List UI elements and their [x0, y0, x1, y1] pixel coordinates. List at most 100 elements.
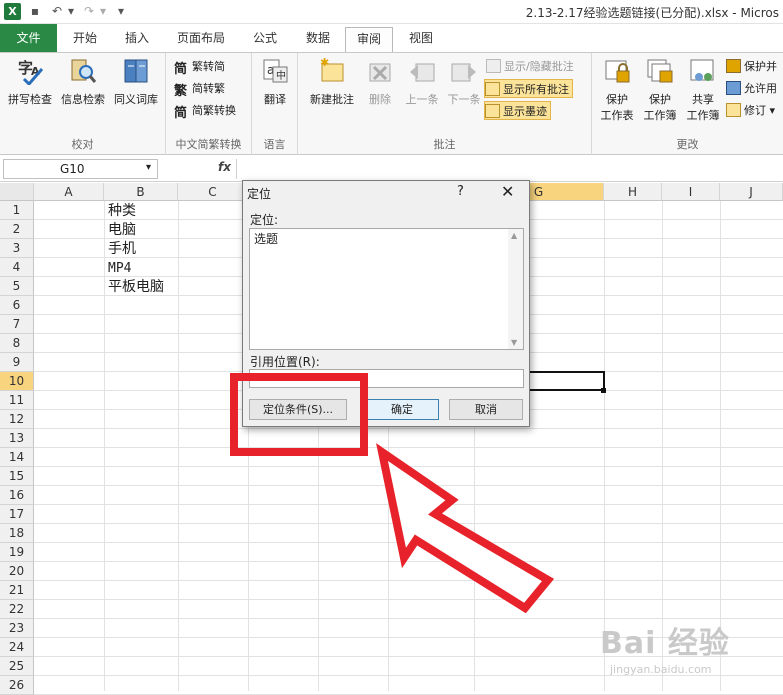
undo-dropdown-icon[interactable]: ▾: [66, 3, 76, 20]
delete-comment-button[interactable]: 删除: [360, 57, 400, 107]
row-header[interactable]: 19: [0, 543, 34, 562]
cell-b1[interactable]: 种类: [108, 202, 136, 221]
customize-toolbar-icon[interactable]: ▾: [114, 3, 128, 20]
protect-sheet-button[interactable]: 保护 工作表: [596, 57, 638, 123]
language-group-label: 语言: [263, 138, 286, 151]
row-header[interactable]: 6: [0, 296, 34, 315]
tab-home[interactable]: 开始: [62, 27, 108, 52]
ok-button[interactable]: 确定: [365, 399, 439, 420]
tab-file[interactable]: 文件: [0, 24, 57, 52]
row-header[interactable]: 3: [0, 239, 34, 258]
share-workbook-icon: [689, 57, 717, 85]
row-header[interactable]: 7: [0, 315, 34, 334]
protect-and-share-button[interactable]: 保护并: [726, 57, 777, 76]
convert-char-icon: 简: [174, 106, 188, 121]
tab-formulas[interactable]: 公式: [242, 27, 288, 52]
tab-view[interactable]: 视图: [398, 27, 444, 52]
tab-data[interactable]: 数据: [295, 27, 341, 52]
cell-b2[interactable]: 电脑: [108, 221, 136, 240]
row-header[interactable]: 12: [0, 410, 34, 429]
research-button[interactable]: 信息检索: [57, 57, 109, 107]
column-header[interactable]: A: [34, 183, 104, 201]
track-changes-button[interactable]: 修订 ▾: [726, 101, 775, 120]
row-header[interactable]: 22: [0, 600, 34, 619]
cell-b3[interactable]: 手机: [108, 240, 136, 259]
spell-check-icon: 字A: [16, 57, 44, 87]
baidu-watermark-url: jingyan.baidu.com: [610, 663, 712, 676]
help-icon[interactable]: ?: [457, 184, 464, 199]
row-header[interactable]: 18: [0, 524, 34, 543]
protect-workbook-button[interactable]: 保护 工作簿: [638, 57, 682, 123]
save-icon[interactable]: ▪: [26, 3, 44, 20]
new-comment-label: 新建批注: [310, 93, 354, 106]
thesaurus-button[interactable]: 同义词库: [110, 57, 162, 107]
row-header[interactable]: 16: [0, 486, 34, 505]
cell-b5[interactable]: 平板电脑: [108, 278, 164, 297]
list-scrollbar[interactable]: ▲ ▼: [508, 229, 523, 349]
cell-b4[interactable]: MP4: [108, 259, 131, 278]
new-comment-button[interactable]: ✱ 新建批注: [304, 56, 360, 107]
tab-page-layout[interactable]: 页面布局: [168, 27, 234, 52]
tab-review[interactable]: 审阅: [345, 27, 393, 52]
to-simplified-button[interactable]: 简繁转简: [174, 57, 225, 77]
scroll-up-icon[interactable]: ▲: [511, 231, 517, 240]
fill-handle[interactable]: [601, 388, 606, 393]
row-header[interactable]: 1: [0, 201, 34, 220]
column-header[interactable]: I: [662, 183, 720, 201]
row-header[interactable]: 20: [0, 562, 34, 581]
row-header[interactable]: 14: [0, 448, 34, 467]
translate-button[interactable]: a中 翻译: [256, 57, 294, 107]
goto-list[interactable]: 选题 ▲ ▼: [249, 228, 524, 350]
row-header-active[interactable]: 10: [0, 372, 34, 391]
close-icon[interactable]: ✕: [501, 181, 514, 203]
scroll-down-icon[interactable]: ▼: [511, 338, 517, 347]
next-comment-button[interactable]: 下一条: [442, 57, 486, 107]
column-header[interactable]: H: [604, 183, 662, 201]
comments-group: ✱ 新建批注 删除 上一条 下一条 显示/隐藏批注 显示所有批注 显示墨迹 批注: [298, 53, 592, 155]
show-hide-comment-button[interactable]: 显示/隐藏批注: [486, 57, 574, 76]
previous-comment-label: 上一条: [405, 93, 439, 106]
protect-workbook-label-2: 工作簿: [643, 109, 677, 122]
name-box[interactable]: G10: [3, 159, 158, 179]
share-workbook-button[interactable]: 共享 工作簿: [682, 57, 724, 123]
spell-check-button[interactable]: 字A 拼写检查: [4, 57, 56, 107]
row-header[interactable]: 4: [0, 258, 34, 277]
redo-dropdown-icon[interactable]: ▾: [98, 3, 108, 20]
select-all-corner[interactable]: [0, 183, 34, 201]
row-header[interactable]: 8: [0, 334, 34, 353]
function-icon[interactable]: fx: [218, 160, 231, 174]
row-header[interactable]: 24: [0, 638, 34, 657]
column-header[interactable]: C: [178, 183, 248, 201]
next-comment-label: 下一条: [447, 93, 481, 106]
cancel-button[interactable]: 取消: [449, 399, 523, 420]
comments-group-label: 批注: [433, 138, 456, 151]
show-all-comments-button[interactable]: 显示所有批注: [484, 79, 573, 98]
row-header[interactable]: 11: [0, 391, 34, 410]
row-header[interactable]: 15: [0, 467, 34, 486]
name-box-dropdown-icon[interactable]: ▾: [146, 162, 151, 173]
row-header[interactable]: 23: [0, 619, 34, 638]
column-header[interactable]: J: [720, 183, 783, 201]
allow-users-edit-button[interactable]: 允许用: [726, 79, 777, 98]
convert-button[interactable]: 简简繁转换: [174, 101, 236, 121]
row-header[interactable]: 25: [0, 657, 34, 676]
title-bar: X ▪ ↶ ▾ ↷ ▾ ▾ 2.13-2.17经验选题链接(已分配).xlsx …: [0, 0, 783, 24]
show-ink-button[interactable]: 显示墨迹: [484, 101, 551, 120]
column-header[interactable]: B: [104, 183, 178, 201]
tab-insert[interactable]: 插入: [114, 27, 160, 52]
row-header[interactable]: 2: [0, 220, 34, 239]
row-header[interactable]: 26: [0, 676, 34, 695]
show-hide-comment-icon: [486, 59, 501, 73]
row-header[interactable]: 21: [0, 581, 34, 600]
formula-input[interactable]: [236, 159, 781, 179]
row-header[interactable]: 9: [0, 353, 34, 372]
undo-icon[interactable]: ↶: [48, 3, 66, 20]
redo-icon[interactable]: ↷: [80, 3, 98, 20]
row-header[interactable]: 13: [0, 429, 34, 448]
row-header[interactable]: 5: [0, 277, 34, 296]
row-header[interactable]: 17: [0, 505, 34, 524]
protect-sheet-label-2: 工作表: [600, 109, 634, 122]
previous-comment-button[interactable]: 上一条: [400, 57, 444, 107]
list-item[interactable]: 选题: [254, 230, 278, 247]
to-traditional-button[interactable]: 繁简转繁: [174, 79, 225, 99]
